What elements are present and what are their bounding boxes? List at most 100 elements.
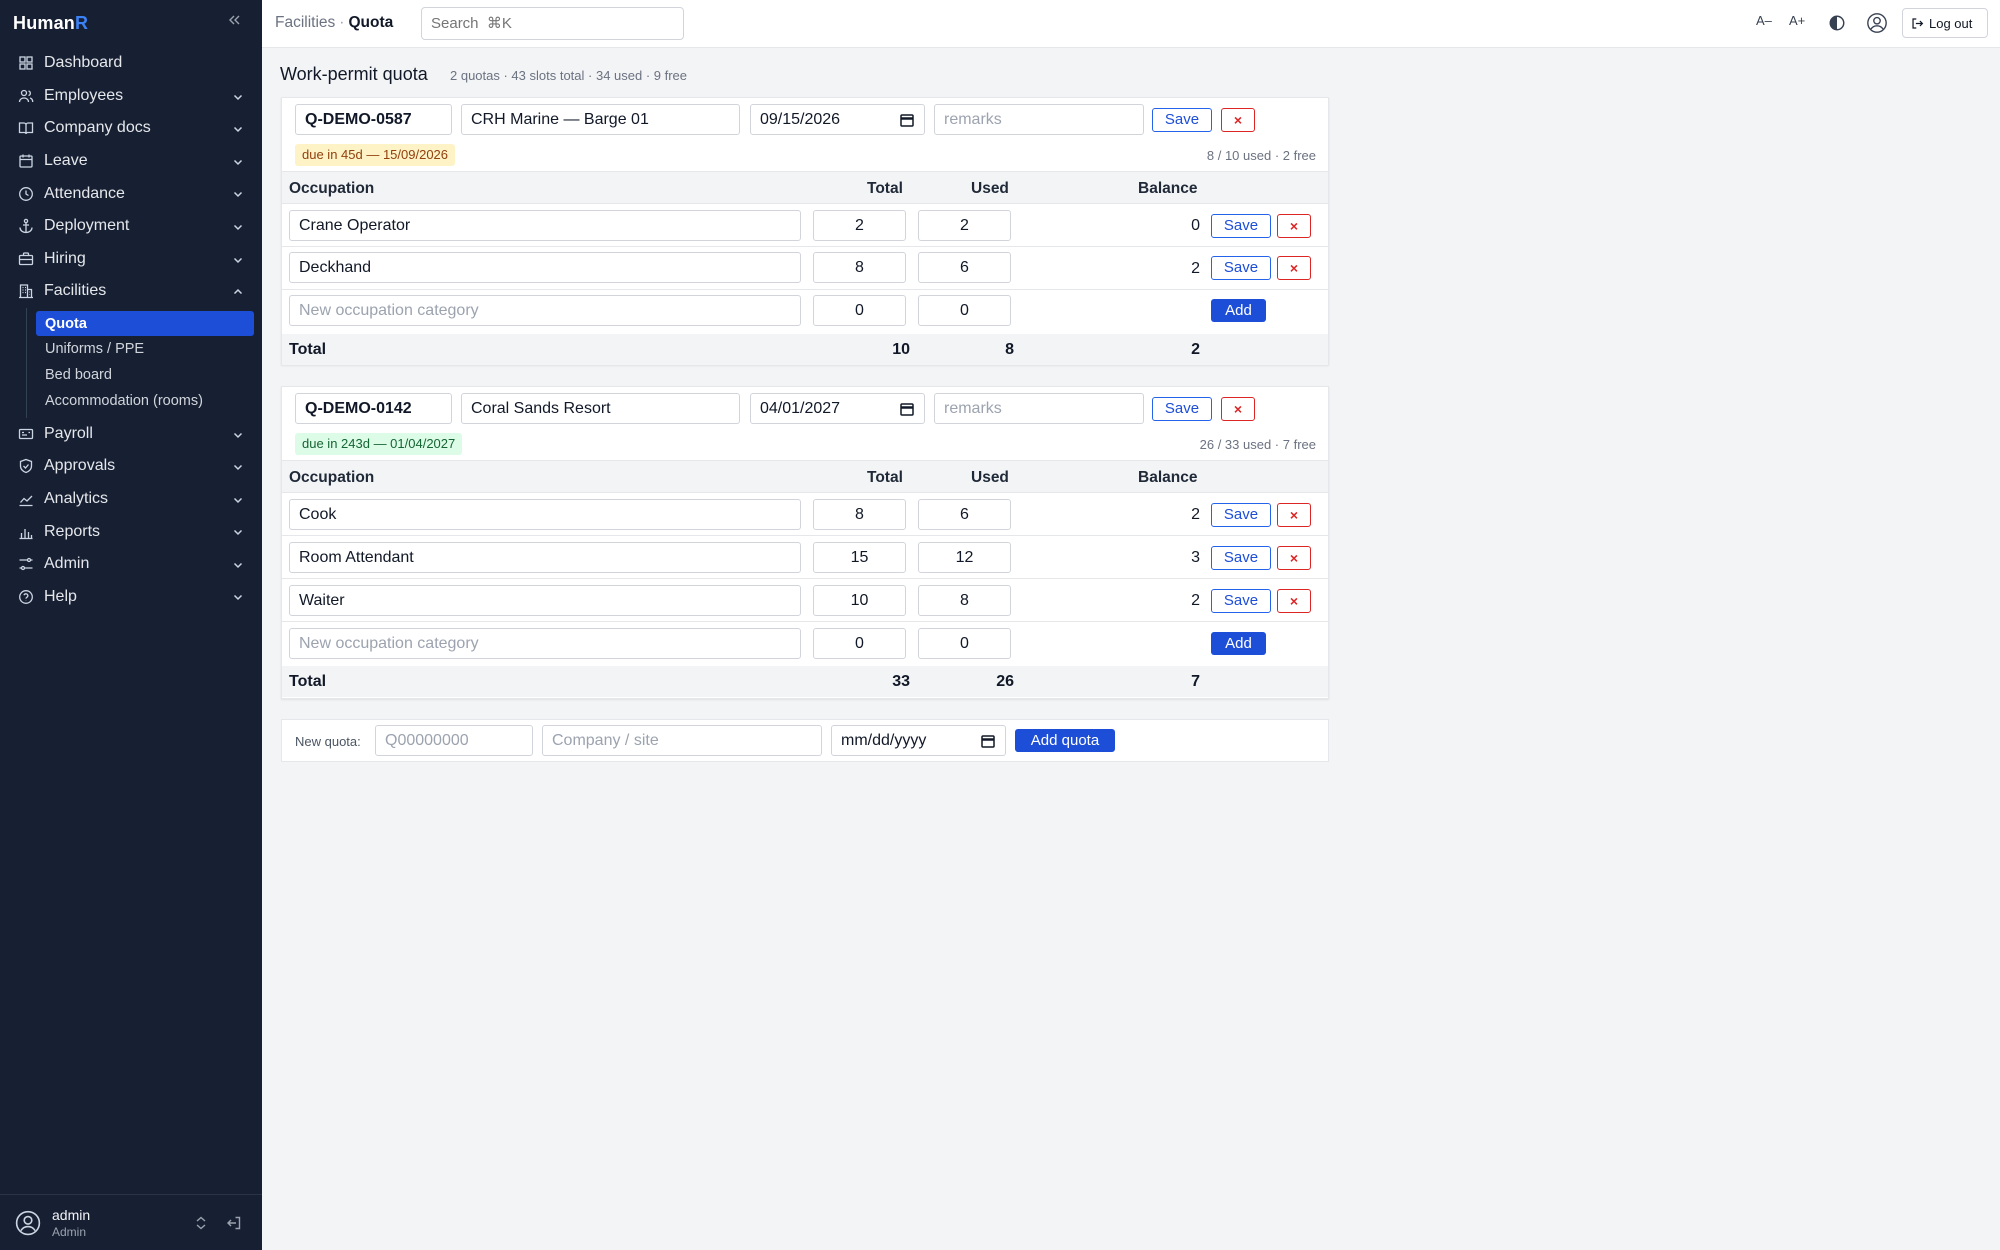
sidebar-item-deployment[interactable]: Deployment bbox=[0, 210, 262, 243]
sidebar-item-label: Hiring bbox=[44, 249, 86, 267]
brand-logo[interactable]: HumanR bbox=[13, 13, 88, 34]
new-used-field[interactable] bbox=[918, 295, 1011, 326]
quota-date-field[interactable]: 09/15/2026 bbox=[750, 104, 925, 135]
quota-date-field[interactable]: 04/01/2027 bbox=[750, 393, 925, 424]
used-field[interactable] bbox=[918, 252, 1011, 283]
save-row-button[interactable]: Save bbox=[1211, 503, 1271, 527]
delete-row-button[interactable]: × bbox=[1277, 589, 1311, 613]
sidebar-item-analytics[interactable]: Analytics bbox=[0, 483, 262, 516]
sidebar-item-attendance[interactable]: Attendance bbox=[0, 177, 262, 210]
total-field[interactable] bbox=[813, 252, 906, 283]
sidebar-item-dashboard[interactable]: Dashboard bbox=[0, 47, 262, 80]
delete-row-button[interactable]: × bbox=[1277, 214, 1311, 238]
sidebar-subitem-accommodation[interactable]: Accommodation (rooms) bbox=[36, 388, 254, 414]
quota-remarks-field[interactable] bbox=[934, 393, 1144, 424]
table-header: Occupation Total Used Balance bbox=[282, 460, 1328, 493]
new-occupation-row: Add bbox=[282, 622, 1328, 665]
new-quota-site-field[interactable] bbox=[542, 725, 822, 756]
theme-toggle-icon[interactable] bbox=[1828, 14, 1846, 32]
logout-icon[interactable] bbox=[226, 1215, 242, 1231]
sidebar-subitem-quota[interactable]: Quota bbox=[36, 310, 254, 337]
table-total-row: Total 10 8 2 bbox=[282, 334, 1328, 365]
add-quota-button[interactable]: Add quota bbox=[1015, 729, 1115, 752]
sidebar-subitem-bed-board[interactable]: Bed board bbox=[36, 362, 254, 388]
sidebar-item-label: Analytics bbox=[44, 489, 109, 507]
sidebar-nav: Dashboard Employees Company docs Leave A… bbox=[0, 47, 262, 613]
occupation-field[interactable] bbox=[289, 585, 801, 616]
add-occupation-button[interactable]: Add bbox=[1211, 299, 1266, 322]
sidebar-item-employees[interactable]: Employees bbox=[0, 80, 262, 113]
sidebar-subitem-uniforms-ppe[interactable]: Uniforms / PPE bbox=[36, 336, 254, 362]
new-total-field[interactable] bbox=[813, 628, 906, 659]
sidebar-item-reports[interactable]: Reports bbox=[0, 515, 262, 548]
new-occupation-field[interactable] bbox=[289, 628, 801, 659]
occupation-field[interactable] bbox=[289, 252, 801, 283]
new-quota-date-field[interactable]: mm/dd/yyyy bbox=[831, 725, 1006, 756]
delete-row-button[interactable]: × bbox=[1277, 256, 1311, 280]
delete-row-button[interactable]: × bbox=[1277, 503, 1311, 527]
add-occupation-button[interactable]: Add bbox=[1211, 632, 1266, 655]
account-icon[interactable] bbox=[1866, 12, 1888, 34]
col-balance: Balance bbox=[1138, 469, 1198, 486]
chevron-down-icon bbox=[233, 192, 243, 198]
quota-site-field[interactable] bbox=[461, 393, 740, 424]
table-row: 2 Save × bbox=[282, 493, 1328, 536]
quota-id-field[interactable] bbox=[295, 104, 452, 135]
chevron-down-icon bbox=[233, 530, 243, 536]
new-used-field[interactable] bbox=[918, 628, 1011, 659]
sidebar-item-approvals[interactable]: Approvals bbox=[0, 450, 262, 483]
used-field[interactable] bbox=[918, 210, 1011, 241]
calendar-icon[interactable] bbox=[981, 734, 995, 748]
avatar-icon[interactable] bbox=[15, 1210, 41, 1236]
sidebar-item-company-docs[interactable]: Company docs bbox=[0, 112, 262, 145]
occupation-field[interactable] bbox=[289, 210, 801, 241]
sidebar-item-hiring[interactable]: Hiring bbox=[0, 243, 262, 276]
save-quota-button[interactable]: Save bbox=[1152, 108, 1212, 132]
new-quota-date-placeholder: mm/dd/yyyy bbox=[841, 731, 927, 749]
sidebar: HumanR Dashboard Employees Company docs … bbox=[0, 0, 262, 1250]
total-field[interactable] bbox=[813, 210, 906, 241]
save-row-button[interactable]: Save bbox=[1211, 589, 1271, 613]
col-occupation: Occupation bbox=[289, 469, 375, 486]
search-input[interactable] bbox=[421, 7, 684, 40]
save-row-button[interactable]: Save bbox=[1211, 256, 1271, 280]
font-increase-button[interactable]: A+ bbox=[1789, 13, 1805, 28]
font-decrease-button[interactable]: A– bbox=[1756, 13, 1772, 28]
quota-remarks-field[interactable] bbox=[934, 104, 1144, 135]
used-field[interactable] bbox=[918, 585, 1011, 616]
occupation-field[interactable] bbox=[289, 499, 801, 530]
quota-usage: 8 / 10 used · 2 free bbox=[1206, 148, 1316, 163]
sliders-icon bbox=[19, 558, 33, 571]
chevrons-up-down-icon[interactable] bbox=[194, 1216, 208, 1230]
occupation-field[interactable] bbox=[289, 542, 801, 573]
quota-id-field[interactable] bbox=[295, 393, 452, 424]
total-field[interactable] bbox=[813, 542, 906, 573]
delete-quota-button[interactable]: × bbox=[1221, 108, 1255, 132]
sidebar-item-help[interactable]: Help bbox=[0, 580, 262, 613]
delete-row-button[interactable]: × bbox=[1277, 546, 1311, 570]
save-row-button[interactable]: Save bbox=[1211, 546, 1271, 570]
logout-button[interactable]: Log out bbox=[1902, 8, 1988, 38]
sidebar-item-facilities[interactable]: Facilities bbox=[0, 275, 262, 308]
used-field[interactable] bbox=[918, 499, 1011, 530]
total-field[interactable] bbox=[813, 585, 906, 616]
calendar-icon[interactable] bbox=[900, 402, 914, 416]
new-total-field[interactable] bbox=[813, 295, 906, 326]
new-quota-id-field[interactable] bbox=[375, 725, 533, 756]
calendar-icon[interactable] bbox=[900, 113, 914, 127]
sidebar-item-label: Leave bbox=[44, 152, 88, 170]
sidebar-item-payroll[interactable]: Payroll bbox=[0, 418, 262, 451]
save-row-button[interactable]: Save bbox=[1211, 214, 1271, 238]
breadcrumb-facilities[interactable]: Facilities bbox=[275, 14, 335, 31]
chevron-down-icon bbox=[233, 257, 243, 263]
sidebar-item-label: Dashboard bbox=[44, 54, 123, 72]
collapse-sidebar-icon[interactable] bbox=[226, 12, 244, 32]
save-quota-button[interactable]: Save bbox=[1152, 397, 1212, 421]
quota-site-field[interactable] bbox=[461, 104, 740, 135]
sidebar-item-admin[interactable]: Admin bbox=[0, 548, 262, 581]
delete-quota-button[interactable]: × bbox=[1221, 397, 1255, 421]
total-field[interactable] bbox=[813, 499, 906, 530]
used-field[interactable] bbox=[918, 542, 1011, 573]
new-occupation-field[interactable] bbox=[289, 295, 801, 326]
sidebar-item-leave[interactable]: Leave bbox=[0, 145, 262, 178]
